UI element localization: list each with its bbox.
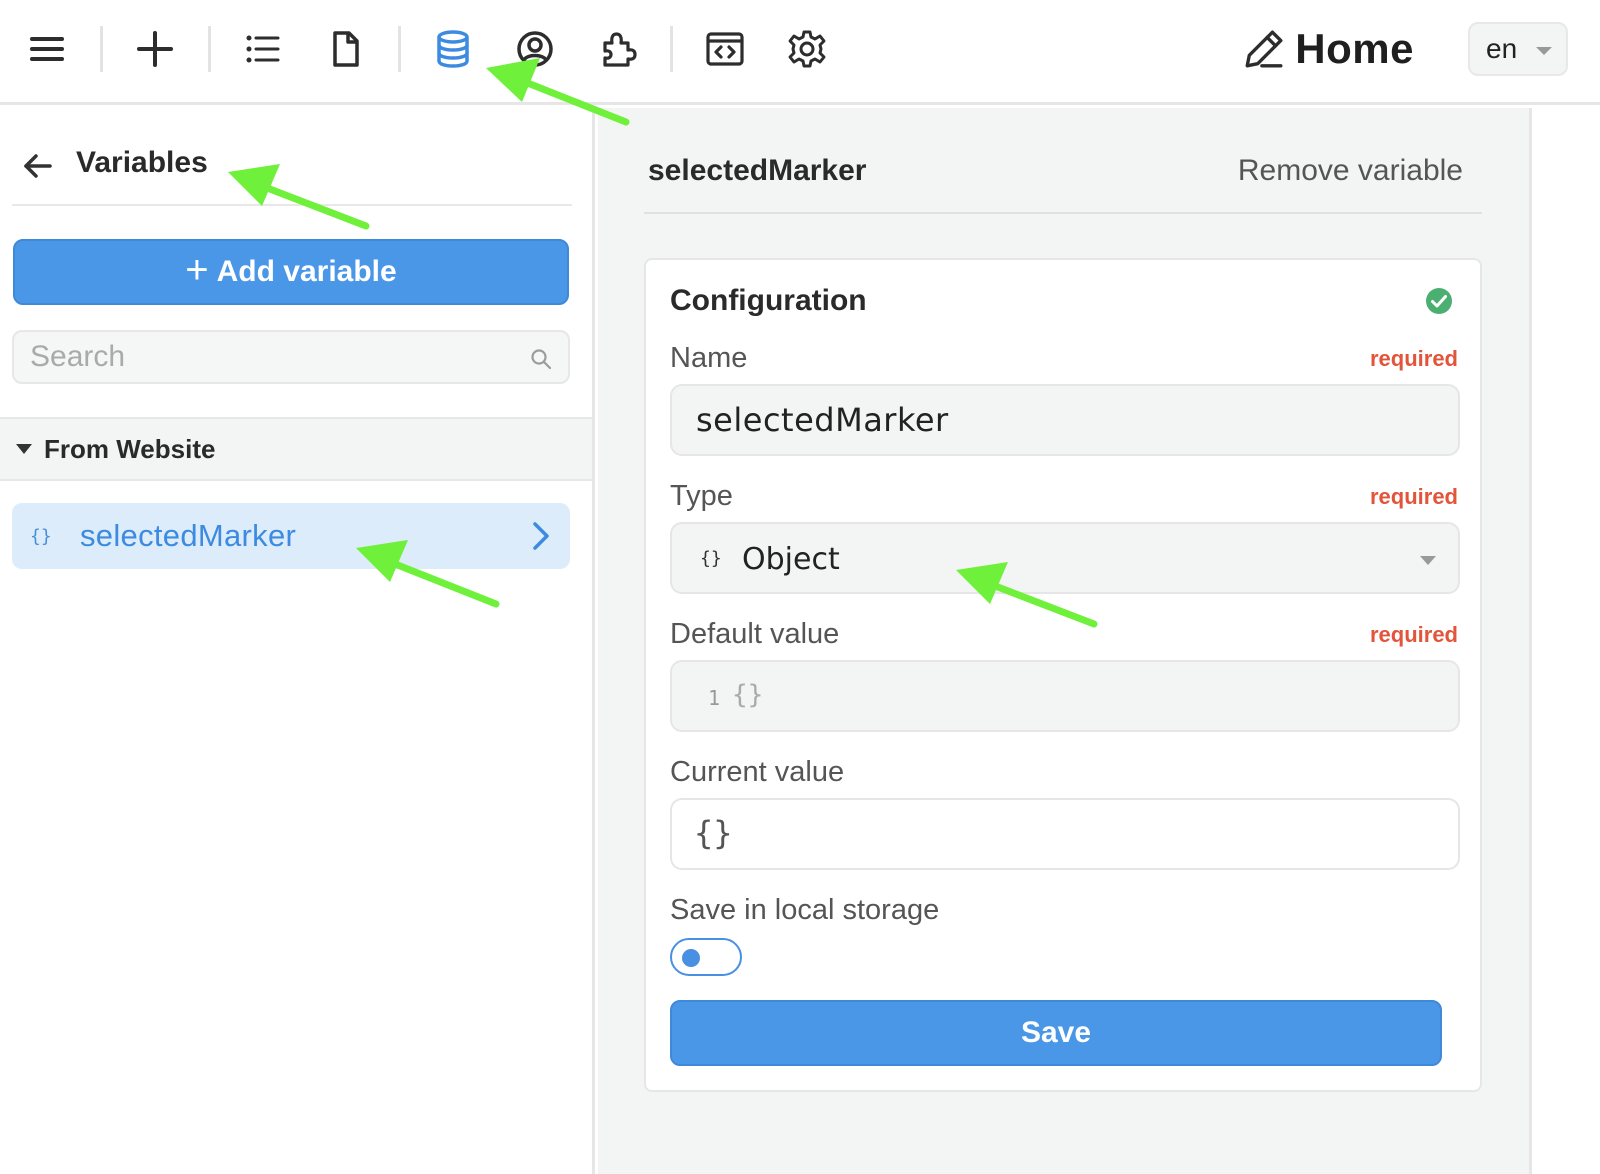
divider	[644, 212, 1482, 214]
configuration-title: Configuration	[670, 284, 867, 317]
chevron-down-icon	[1420, 556, 1436, 565]
toggle-knob	[682, 949, 700, 967]
remove-variable-button[interactable]: Remove variable	[1238, 154, 1463, 188]
name-required-badge: required	[1369, 346, 1458, 371]
toolbar-separator	[398, 26, 401, 72]
variable-item-selectedmarker[interactable]: {} selectedMarker	[12, 503, 570, 569]
current-value-field[interactable]: {}	[670, 798, 1460, 870]
default-value-editor[interactable]: 1 {}	[670, 660, 1460, 732]
chevron-right-icon	[533, 522, 549, 550]
type-required-badge: required	[1369, 484, 1458, 509]
local-storage-toggle[interactable]	[670, 938, 742, 976]
gear-icon[interactable]	[780, 22, 834, 76]
divider	[12, 204, 572, 206]
list-icon[interactable]	[236, 22, 290, 76]
local-storage-label: Save in local storage	[670, 894, 940, 926]
search-input[interactable]	[14, 332, 568, 382]
configuration-card: Configuration Name required Type require…	[644, 258, 1482, 1092]
pencil-icon	[1245, 30, 1283, 68]
variables-sidebar: Variables + Add variable From Website {}…	[0, 108, 595, 1174]
page-title[interactable]: Home	[1243, 20, 1414, 78]
default-required-badge: required	[1369, 622, 1458, 647]
database-icon[interactable]	[426, 22, 480, 76]
chevron-down-icon	[1536, 47, 1552, 55]
page-title-text: Home	[1295, 25, 1414, 72]
toolbar-separator	[208, 26, 211, 72]
type-label: Type	[670, 480, 733, 512]
back-arrow-icon[interactable]	[20, 148, 56, 184]
variable-item-label: selectedMarker	[80, 518, 297, 553]
search-icon	[531, 349, 552, 370]
object-braces-icon: {}	[700, 548, 722, 569]
file-icon[interactable]	[318, 22, 372, 76]
toolbar-separator	[670, 26, 673, 72]
language-value: en	[1486, 33, 1518, 64]
editor-variable-name: selectedMarker	[648, 154, 867, 187]
save-button[interactable]: Save	[670, 1000, 1442, 1066]
add-variable-button[interactable]: + Add variable	[13, 239, 569, 305]
default-value-code: {}	[732, 680, 764, 710]
plus-icon: +	[185, 248, 209, 292]
group-from-website[interactable]: From Website	[0, 417, 592, 481]
caret-down-icon	[16, 444, 32, 454]
name-field	[670, 384, 1460, 456]
default-value-label: Default value	[670, 618, 840, 650]
top-toolbar: Home en	[0, 0, 1600, 105]
code-window-icon[interactable]	[698, 22, 752, 76]
name-label: Name	[670, 342, 748, 374]
object-braces-icon: {}	[30, 525, 52, 547]
search-field	[12, 330, 570, 384]
plus-icon[interactable]	[128, 22, 182, 76]
current-value-text: {}	[694, 814, 733, 852]
type-select[interactable]: {} Object	[670, 522, 1460, 594]
language-select[interactable]: en	[1468, 22, 1568, 76]
sidebar-title: Variables	[76, 146, 208, 179]
user-circle-icon[interactable]	[508, 22, 562, 76]
check-circle-icon	[1426, 288, 1452, 314]
current-value-label: Current value	[670, 756, 845, 788]
add-variable-label: Add variable	[216, 255, 397, 288]
puzzle-icon[interactable]	[590, 22, 644, 76]
type-select-value: Object	[742, 542, 840, 577]
line-number: 1	[708, 686, 721, 710]
name-input[interactable]	[672, 386, 1458, 454]
toolbar-separator	[100, 26, 103, 72]
variable-editor: selectedMarker Remove variable Configura…	[598, 108, 1532, 1174]
menu-icon[interactable]	[20, 22, 74, 76]
group-title: From Website	[44, 433, 216, 464]
